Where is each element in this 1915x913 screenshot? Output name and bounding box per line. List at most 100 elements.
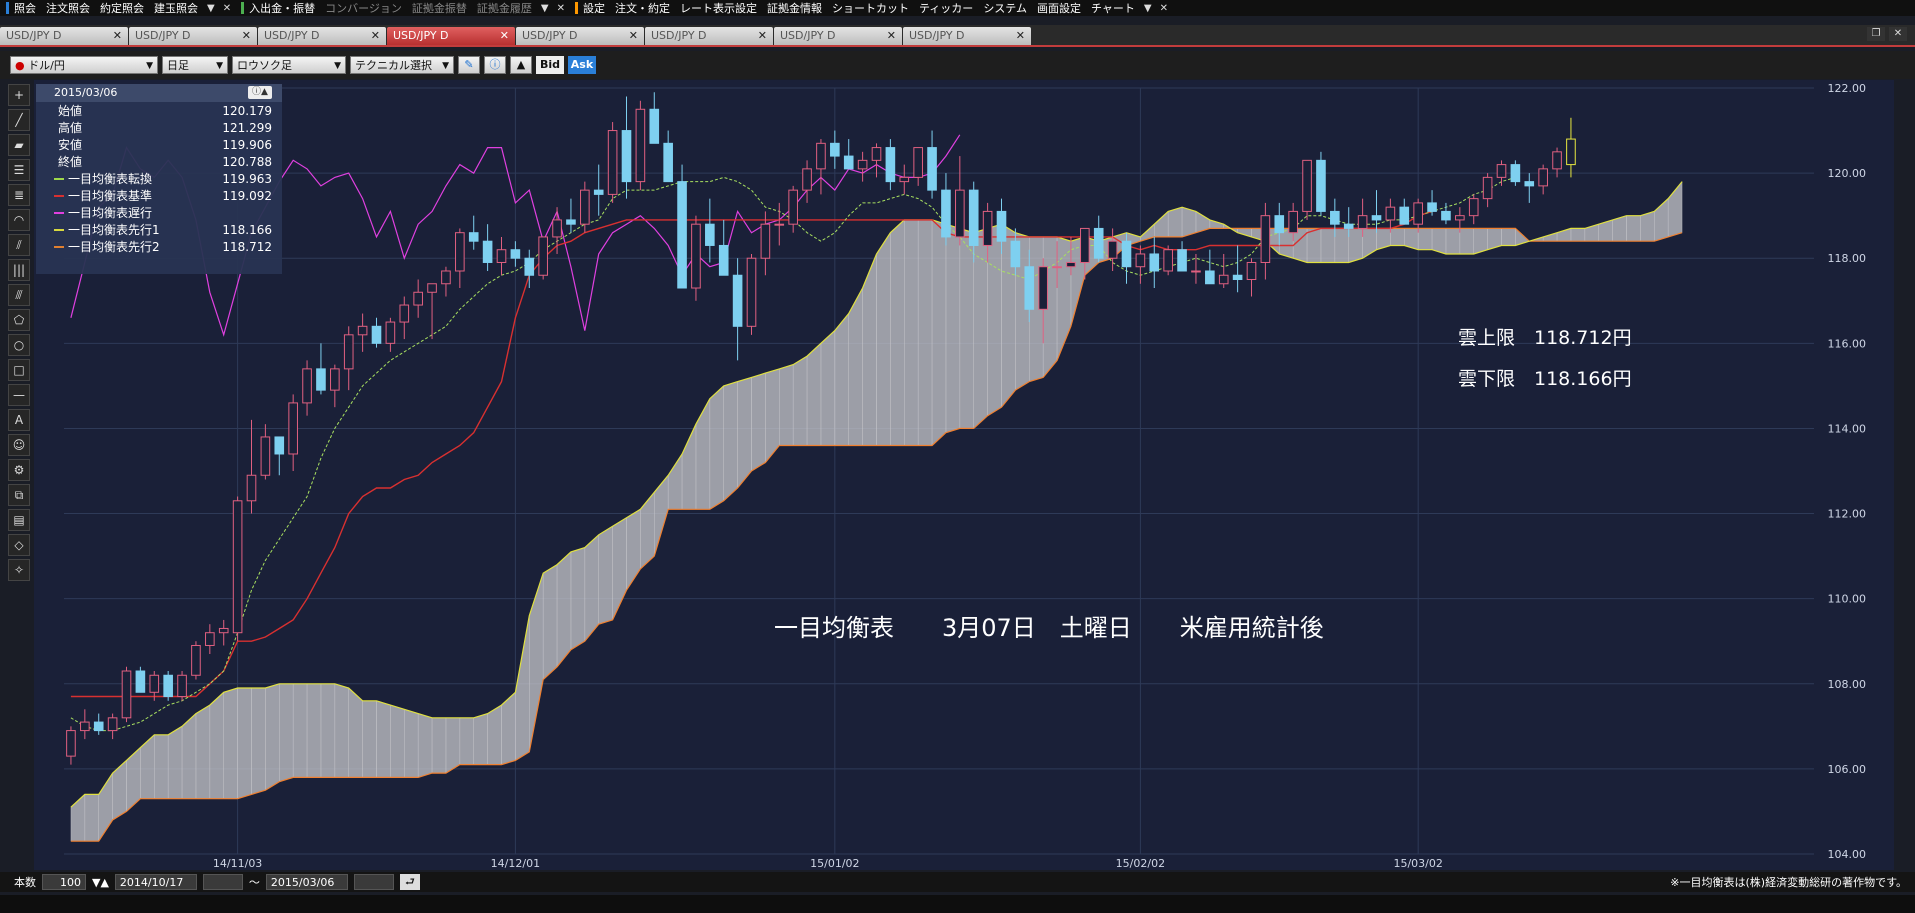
menu-item-settings[interactable]: 設定 bbox=[578, 0, 610, 16]
bid-button[interactable]: Bid bbox=[536, 56, 564, 74]
pentagon-icon[interactable]: ⬠ bbox=[8, 309, 30, 331]
close-icon[interactable]: ✕ bbox=[887, 27, 896, 45]
stepper-icon[interactable]: ▼▲ bbox=[92, 876, 109, 889]
candle-body bbox=[1232, 274, 1243, 281]
dropdown-icon[interactable]: ▼ bbox=[537, 3, 553, 14]
gann-icon[interactable]: ⫽ bbox=[8, 234, 30, 256]
from-date-input[interactable]: 2014/10/17 bbox=[114, 874, 197, 890]
close-icon[interactable]: ✕ bbox=[371, 27, 380, 45]
chart-tab[interactable]: USD/JPY D ✕ bbox=[645, 27, 773, 45]
restore-icon[interactable]: ❐ bbox=[1867, 27, 1885, 41]
info-value: 119.963 bbox=[222, 171, 272, 186]
to-date-input[interactable]: 2015/03/06 bbox=[265, 874, 348, 890]
menu-item-shortcut[interactable]: ショートカット bbox=[827, 0, 914, 16]
bar-count-input[interactable]: 100 bbox=[42, 874, 86, 890]
close-icon[interactable]: ✕ bbox=[1889, 27, 1907, 41]
ruler-icon[interactable]: ▰ bbox=[8, 134, 30, 156]
candle-body bbox=[774, 223, 785, 226]
x-tick-label: 15/01/02 bbox=[810, 857, 859, 870]
menu-item-inquiry[interactable]: 照会 bbox=[9, 0, 41, 16]
y-tick-label: 116.00 bbox=[1828, 337, 1867, 350]
apply-range-button[interactable]: ⮐ bbox=[399, 874, 420, 890]
menu-item-position-inquiry[interactable]: 建玉照会 bbox=[149, 0, 203, 16]
horizontal-line-icon[interactable]: — bbox=[8, 384, 30, 406]
candle-body bbox=[941, 189, 951, 238]
menu-item-rate-display[interactable]: レート表示設定 bbox=[675, 0, 762, 16]
copyright-note: ※一目均衡表は(株)経済変動総研の著作物です。 bbox=[1670, 876, 1907, 889]
tab-label: USD/JPY D bbox=[393, 29, 449, 42]
copy-icon[interactable]: ⧉ bbox=[8, 484, 30, 506]
paste-icon[interactable]: ▤ bbox=[8, 509, 30, 531]
pencil-icon[interactable]: ✎ bbox=[458, 56, 480, 74]
chart-type-select[interactable]: ロウソク足 ▼ bbox=[232, 56, 346, 74]
menu-item-ticker[interactable]: ティッカー bbox=[914, 0, 978, 16]
y-tick-label: 110.00 bbox=[1828, 593, 1867, 606]
candle-body bbox=[1413, 202, 1423, 225]
info-label: 終値 bbox=[58, 155, 83, 169]
close-icon[interactable]: ✕ bbox=[500, 27, 509, 45]
mountain-chart-icon[interactable]: ▲ bbox=[510, 56, 532, 74]
close-icon[interactable]: ✕ bbox=[1016, 27, 1025, 45]
cloud-segment bbox=[751, 372, 766, 472]
candle-body bbox=[1288, 210, 1298, 234]
currency-pair-select[interactable]: ● ドル/円 ▼ bbox=[10, 56, 158, 74]
timeframe-select[interactable]: 日足 ▼ bbox=[162, 56, 228, 74]
chart-tab[interactable]: USD/JPY D ✕ bbox=[0, 27, 128, 45]
technical-select[interactable]: テクニカル選択 ▼ bbox=[350, 56, 454, 74]
vertical-lines-icon[interactable]: ||| bbox=[8, 259, 30, 281]
rectangle-icon[interactable]: □ bbox=[8, 359, 30, 381]
chart-tab[interactable]: USD/JPY D ✕ bbox=[516, 27, 644, 45]
menu-item-conversion[interactable]: コンバージョン bbox=[320, 0, 407, 16]
menu-item-margin-info[interactable]: 証拠金情報 bbox=[762, 0, 827, 16]
menu-item-system[interactable]: システム bbox=[978, 0, 1032, 16]
channel-icon[interactable]: ⫻ bbox=[8, 284, 30, 306]
candle-body bbox=[1135, 253, 1146, 268]
menu-item-execution-inquiry[interactable]: 約定照会 bbox=[95, 0, 149, 16]
close-icon[interactable]: ✕ bbox=[1156, 3, 1172, 14]
smiley-icon[interactable]: ☺ bbox=[8, 434, 30, 456]
circle-icon[interactable]: ○ bbox=[8, 334, 30, 356]
horizontal-lines-icon[interactable]: ☰ bbox=[8, 159, 30, 181]
menu-item-order-execution[interactable]: 注文・約定 bbox=[610, 0, 675, 16]
crosshair-icon[interactable]: + bbox=[8, 84, 30, 106]
close-icon[interactable]: ✕ bbox=[629, 27, 638, 45]
chart-tab[interactable]: USD/JPY D ✕ bbox=[903, 27, 1031, 45]
fan-icon[interactable]: ◠ bbox=[8, 209, 30, 231]
menu-item-margin-history[interactable]: 証拠金履歴 bbox=[472, 0, 537, 16]
close-icon[interactable]: ✕ bbox=[758, 27, 767, 45]
chart-tab[interactable]: USD/JPY D ✕ bbox=[774, 27, 902, 45]
dropdown-icon[interactable]: ▼ bbox=[203, 3, 219, 14]
chart-tab[interactable]: USD/JPY D ✕ bbox=[129, 27, 257, 45]
close-icon[interactable]: ✕ bbox=[242, 27, 251, 45]
to-time-input[interactable] bbox=[353, 874, 394, 890]
fibonacci-icon[interactable]: ≣ bbox=[8, 184, 30, 206]
menu-item-chart[interactable]: チャート bbox=[1086, 0, 1140, 16]
close-icon[interactable]: ✕ bbox=[113, 27, 122, 45]
close-icon[interactable]: ✕ bbox=[553, 3, 569, 14]
ask-button[interactable]: Ask bbox=[568, 56, 596, 74]
menu-item-deposit-transfer[interactable]: 入出金・振替 bbox=[244, 0, 320, 16]
trendline-icon[interactable]: ╱ bbox=[8, 109, 30, 131]
cloud-segment bbox=[904, 219, 919, 446]
dropdown-icon[interactable]: ▼ bbox=[1140, 3, 1156, 14]
eraser-icon[interactable]: ◇ bbox=[8, 534, 30, 556]
info-label: 一目均衡表転換 bbox=[68, 172, 153, 186]
from-time-input[interactable] bbox=[202, 874, 243, 890]
menu-item-screen-settings[interactable]: 画面設定 bbox=[1032, 0, 1086, 16]
candle-body bbox=[1052, 266, 1062, 269]
text-icon[interactable]: A bbox=[8, 409, 30, 431]
info-toggle-icon[interactable]: ⓘ▲ bbox=[248, 86, 272, 99]
ichimoku-chart[interactable]: 104.00 106.00 108.00 110.00 112.00 114.00 116.… bbox=[34, 80, 1894, 870]
chevron-down-icon: ▼ bbox=[442, 61, 449, 71]
chart-tab[interactable]: USD/JPY D ✕ bbox=[258, 27, 386, 45]
candle-body bbox=[163, 674, 173, 698]
chart-tab-active[interactable]: USD/JPY D ✕ bbox=[387, 27, 515, 45]
menu-item-order-inquiry[interactable]: 注文照会 bbox=[41, 0, 95, 16]
close-icon[interactable]: ✕ bbox=[219, 3, 235, 14]
cloud-segment bbox=[723, 381, 738, 502]
eraser-all-icon[interactable]: ✧ bbox=[8, 559, 30, 581]
menu-item-margin-transfer[interactable]: 証拠金振替 bbox=[407, 0, 472, 16]
info-icon[interactable]: ⓘ bbox=[484, 56, 506, 74]
cloud-segment bbox=[279, 683, 294, 782]
settings-icon[interactable]: ⚙ bbox=[8, 459, 30, 481]
